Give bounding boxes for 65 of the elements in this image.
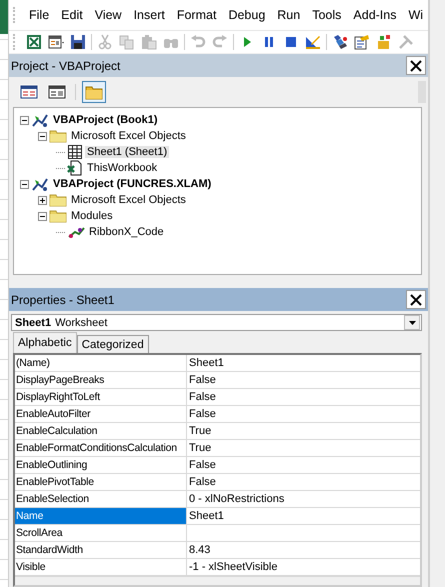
property-value[interactable]: False xyxy=(187,372,420,389)
expand-icon[interactable] xyxy=(38,196,47,204)
property-name[interactable]: DisplayRightToLeft xyxy=(15,389,187,406)
tree-item[interactable]: RibbonX_Code xyxy=(87,226,166,238)
folder-icon[interactable] xyxy=(82,81,106,103)
menu-item[interactable]: View xyxy=(88,6,128,24)
property-name[interactable]: ScrollArea xyxy=(15,525,187,542)
property-name[interactable]: Name xyxy=(15,508,187,525)
tree-item[interactable]: ThisWorkbook xyxy=(85,162,160,174)
tree-item[interactable]: Microsoft Excel Objects xyxy=(69,130,188,142)
menu-item[interactable]: Add-Ins xyxy=(347,6,402,24)
tree-item[interactable]: VBAProject (Book1) xyxy=(51,114,160,126)
folder-icon xyxy=(49,193,67,207)
menu-item[interactable]: Format xyxy=(170,6,222,24)
property-value[interactable]: Sheet1 xyxy=(187,508,420,525)
collapse-icon[interactable] xyxy=(20,116,29,124)
property-value[interactable]: True xyxy=(187,440,420,457)
property-name[interactable]: (Name) xyxy=(15,355,187,372)
project-icon xyxy=(31,176,49,192)
property-name[interactable]: DisplayPageBreaks xyxy=(15,372,187,389)
menu-item[interactable]: File xyxy=(23,6,56,24)
property-name[interactable]: EnableOutlining xyxy=(15,457,187,474)
property-value[interactable]: Sheet1 xyxy=(187,355,420,372)
object-dropdown[interactable]: Sheet1 Worksheet xyxy=(11,314,422,331)
property-value[interactable]: 8.43 xyxy=(187,542,420,559)
property-name[interactable]: EnableFormatConditionsCalculation xyxy=(15,440,187,457)
project-icon xyxy=(31,112,49,128)
menu-item[interactable]: Edit xyxy=(55,6,89,24)
menu-item[interactable]: Run xyxy=(271,6,306,24)
tree-item[interactable]: VBAProject (FUNCRES.XLAM) xyxy=(51,178,214,190)
tree-item[interactable]: Modules xyxy=(69,210,115,222)
collapse-icon[interactable] xyxy=(38,132,47,140)
menu-item[interactable]: Tools xyxy=(306,6,348,24)
property-value[interactable]: False xyxy=(187,457,420,474)
panel-title: Project - VBAProject xyxy=(11,58,120,72)
property-value[interactable]: 0 - xlNoRestrictions xyxy=(187,491,420,508)
stop-icon[interactable] xyxy=(283,34,299,50)
property-name[interactable]: StandardWidth xyxy=(15,542,187,559)
close-button[interactable] xyxy=(406,56,426,75)
folder-icon xyxy=(49,129,67,143)
menu-item[interactable]: Debug xyxy=(222,6,272,24)
collapse-icon[interactable] xyxy=(38,212,47,220)
property-name[interactable]: EnableAutoFilter xyxy=(15,406,187,423)
property-value[interactable]: False xyxy=(187,406,420,423)
menu-item[interactable]: Insert xyxy=(128,6,171,24)
close-button[interactable] xyxy=(406,290,426,309)
workbook-icon xyxy=(67,160,83,176)
panel-title: Properties - Sheet1 xyxy=(11,292,114,306)
tab[interactable]: Categorized xyxy=(76,335,149,353)
collapse-icon[interactable] xyxy=(20,180,29,188)
property-name[interactable]: EnablePivotTable xyxy=(15,474,187,491)
property-value[interactable]: False xyxy=(187,389,420,406)
excel-icon[interactable] xyxy=(26,34,42,50)
tab[interactable]: Alphabetic xyxy=(13,332,77,353)
property-value[interactable]: False xyxy=(187,474,420,491)
tree-item[interactable]: Sheet1 (Sheet1) xyxy=(85,146,170,158)
folder-icon xyxy=(49,209,67,223)
property-value[interactable]: True xyxy=(187,423,420,440)
tree-item[interactable]: Microsoft Excel Objects xyxy=(69,194,188,206)
save-icon[interactable] xyxy=(70,34,86,50)
sheet-icon xyxy=(67,144,83,160)
menu-item[interactable]: Wi xyxy=(402,6,430,24)
property-name[interactable]: Visible xyxy=(15,559,187,576)
property-name[interactable]: EnableCalculation xyxy=(15,423,187,440)
property-value[interactable]: -1 - xlSheetVisible xyxy=(187,559,420,576)
